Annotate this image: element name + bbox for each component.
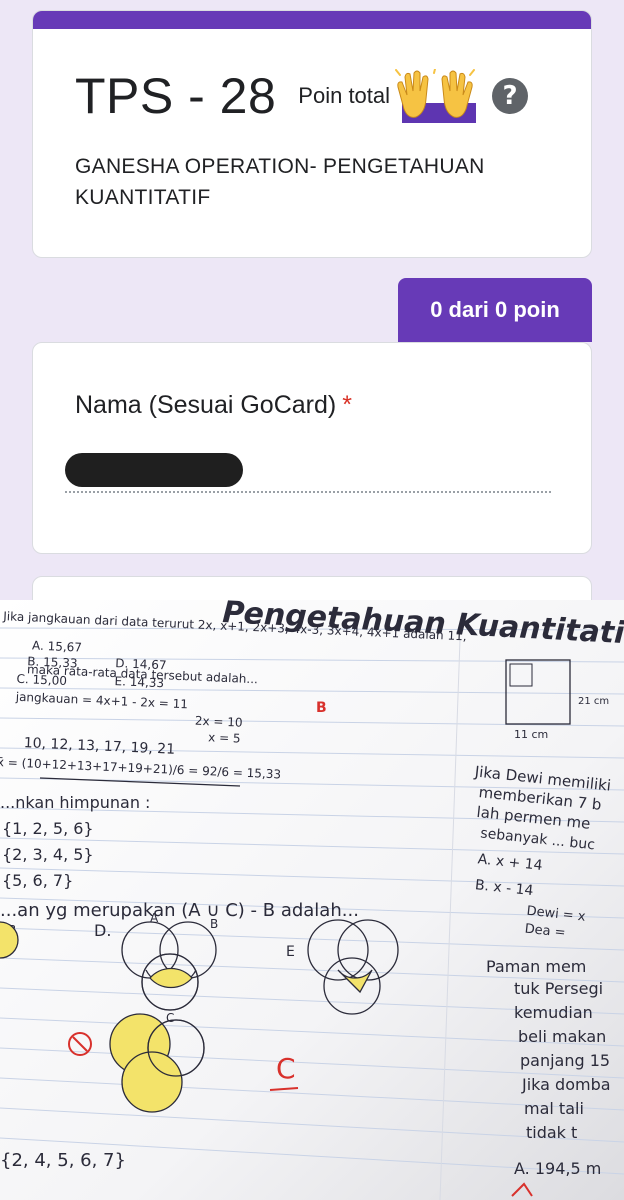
notes-photo-drawing: Pengetahuan Kuantitatif Jika jangkauan d… xyxy=(0,600,624,1200)
note-line: D. 14,67 xyxy=(115,656,167,672)
form-description: GANESHA OPERATION- PENGETAHUAN KUANTITAT… xyxy=(75,155,485,209)
note-line: kemudian xyxy=(514,1003,593,1022)
note-line: Paman mem xyxy=(486,957,586,976)
red-answer-mark: C xyxy=(276,1052,296,1085)
note-line: panjang 15 xyxy=(520,1051,610,1070)
note-line: {2, 4, 5, 6, 7} xyxy=(0,1150,126,1171)
raising-hands-icon xyxy=(394,69,477,123)
note-line: 21 cm xyxy=(578,696,609,707)
form-title-card: TPS - 28 Poin total ? GANESHA OPERATION-… xyxy=(32,10,592,258)
note-line: mal tali xyxy=(524,1099,584,1118)
note-line: tuk Persegi xyxy=(514,979,603,998)
question-text: Nama (Sesuai GoCard) xyxy=(75,391,337,419)
note-line: {5, 6, 7} xyxy=(2,871,73,890)
points-total-label: Poin total xyxy=(298,83,391,108)
note-line: E xyxy=(286,944,295,960)
note-line: B. 15,33 xyxy=(27,654,78,670)
note-line: ...nkan himpunan : xyxy=(0,793,150,812)
note-line: ...an yg merupakan (A ∪ C) - B adalah... xyxy=(0,900,359,921)
note-line: A. 15,67 xyxy=(32,638,83,654)
handwritten-notes-photo: Pengetahuan Kuantitatif Jika jangkauan d… xyxy=(0,600,624,1200)
title-row: TPS - 28 Poin total ? xyxy=(75,67,529,125)
short-answer-input[interactable] xyxy=(65,491,551,493)
note-line: 2x = 10 xyxy=(195,714,243,730)
note-line: {2, 3, 4, 5} xyxy=(2,845,94,864)
note-line: {1, 2, 5, 6} xyxy=(2,819,94,838)
note-line: 11 cm xyxy=(514,728,548,741)
required-asterisk: * xyxy=(342,391,352,419)
venn-label-c: C xyxy=(166,1011,174,1025)
note-line: Jika domba xyxy=(521,1075,611,1094)
note-line: A. 194,5 m xyxy=(514,1159,601,1178)
redacted-answer xyxy=(65,453,243,487)
note-line: D. xyxy=(94,921,111,940)
question-card: Nama (Sesuai GoCard) * xyxy=(32,342,592,554)
note-line: beli makan xyxy=(518,1027,606,1046)
red-answer-mark: B xyxy=(316,700,327,716)
note-line: tidak t xyxy=(526,1123,577,1142)
form-area: TPS - 28 Poin total ? GANESHA OPERATION-… xyxy=(0,0,624,636)
question-label: Nama (Sesuai GoCard) * xyxy=(75,391,352,420)
venn-label-a: A xyxy=(150,911,159,925)
score-badge: 0 dari 0 poin xyxy=(398,278,592,342)
help-icon[interactable]: ? xyxy=(492,78,529,114)
note-line: C. 15,00 xyxy=(16,672,67,688)
note-line: E. 14,33 xyxy=(114,674,164,690)
form-title: TPS - 28 xyxy=(75,68,277,124)
venn-label-b: B xyxy=(210,917,218,931)
accent-bar xyxy=(33,11,591,29)
note-line: x = 5 xyxy=(208,730,241,745)
